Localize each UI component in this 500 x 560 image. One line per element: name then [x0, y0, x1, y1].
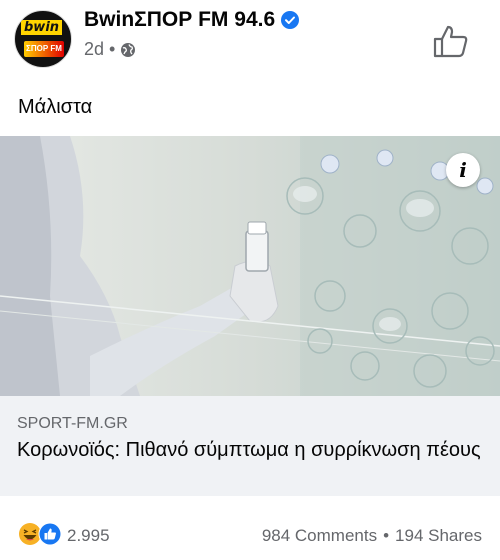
avatar-logo-text: bwin	[21, 20, 63, 35]
post-header: bwin ΣΠΟΡ FM BwinΣΠΟΡ FM 94.6 2d •	[0, 0, 500, 80]
like-page-button[interactable]	[432, 22, 470, 60]
shares-count[interactable]: 194 Shares	[395, 526, 482, 546]
link-preview-info[interactable]: SPORT-FM.GR Κορωνοϊός: Πιθανό σύμπτωμα η…	[0, 396, 500, 496]
thumbs-up-icon	[433, 25, 468, 58]
meta-separator: •	[109, 39, 116, 59]
reaction-count[interactable]: 2.995	[67, 526, 110, 546]
reactions-row: 2.995 984 Comments • 194 Shares	[0, 518, 500, 554]
post-time[interactable]: 2d	[84, 39, 104, 60]
engagement-stats: 984 Comments • 194 Shares	[262, 526, 482, 546]
like-reaction-icon	[38, 522, 62, 546]
haha-icon	[19, 523, 41, 545]
page-name-row: BwinΣΠΟΡ FM 94.6	[84, 8, 300, 32]
info-button[interactable]: i	[446, 153, 480, 187]
post-meta: 2d •	[84, 39, 136, 60]
avatar-logo-subtext: ΣΠΟΡ FM	[24, 41, 64, 57]
link-domain: SPORT-FM.GR	[17, 415, 128, 432]
link-title[interactable]: Κορωνοϊός: Πιθανό σύμπτωμα η συρρίκνωση …	[17, 436, 487, 464]
reaction-icons[interactable]	[18, 522, 64, 546]
globe-icon	[121, 42, 136, 57]
post-text: Μάλιστα	[18, 96, 93, 118]
link-preview-image[interactable]: i	[0, 136, 500, 396]
lab-photo	[0, 136, 500, 396]
verified-badge-icon	[281, 11, 300, 29]
page-avatar[interactable]: bwin ΣΠΟΡ FM	[14, 10, 72, 68]
comments-count[interactable]: 984 Comments	[262, 526, 377, 546]
engagement-separator: •	[383, 526, 390, 545]
page-name[interactable]: BwinΣΠΟΡ FM 94.6	[84, 8, 275, 32]
